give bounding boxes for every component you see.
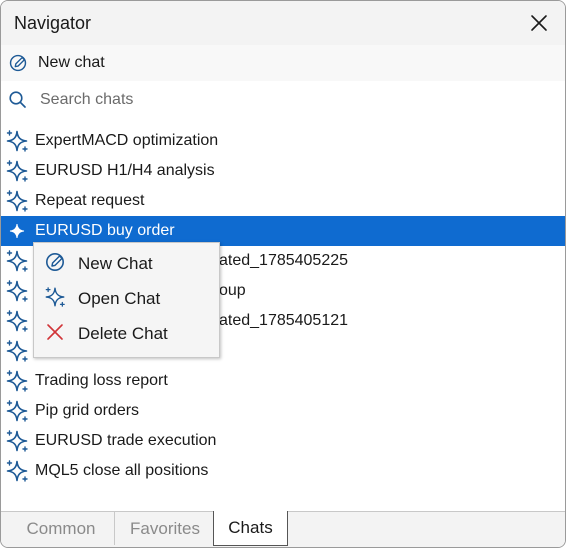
title-bar: Navigator bbox=[1, 1, 565, 45]
close-icon bbox=[47, 324, 63, 340]
close-icon bbox=[531, 15, 547, 31]
close-button[interactable] bbox=[523, 7, 555, 39]
sparkle-icon bbox=[6, 160, 28, 182]
chat-item-label: EURUSD buy order bbox=[35, 222, 175, 239]
search-placeholder: Search chats bbox=[40, 91, 134, 108]
sparkle-icon bbox=[9, 223, 25, 239]
sparkle-icon bbox=[6, 430, 28, 452]
chat-item[interactable]: EURUSD trade execution bbox=[1, 426, 565, 456]
new-chat-button[interactable]: New chat bbox=[1, 45, 565, 81]
chat-item[interactable]: ExpertMACD optimization bbox=[1, 126, 565, 156]
navigator-window: Navigator New chat Search chats ExpertMA… bbox=[0, 0, 566, 548]
chat-item-label: oup bbox=[219, 282, 246, 299]
search-input[interactable]: Search chats bbox=[1, 82, 565, 118]
context-menu-label: Open Chat bbox=[78, 289, 161, 308]
sparkle-icon bbox=[6, 250, 28, 272]
tab-common[interactable]: Common bbox=[9, 512, 113, 545]
sparkle-icon bbox=[6, 130, 28, 152]
tab-chats[interactable]: Chats bbox=[213, 511, 288, 546]
context-menu-label: New Chat bbox=[78, 254, 153, 273]
bottom-tab-bar: Common Favorites Chats bbox=[1, 511, 565, 547]
sparkle-icon bbox=[6, 460, 28, 482]
context-menu-delete-chat[interactable]: Delete Chat bbox=[34, 313, 219, 348]
tab-favorites[interactable]: Favorites bbox=[114, 512, 215, 545]
chat-item[interactable]: EURUSD H1/H4 analysis bbox=[1, 156, 565, 186]
edit-icon bbox=[9, 54, 27, 72]
sparkle-icon bbox=[6, 400, 28, 422]
context-menu: New Chat Open Chat Delete Chat bbox=[33, 242, 220, 358]
sparkle-icon bbox=[6, 280, 28, 302]
context-menu-label: Delete Chat bbox=[78, 324, 168, 343]
sparkle-icon bbox=[6, 340, 28, 362]
sparkle-icon bbox=[6, 310, 28, 332]
edit-icon bbox=[45, 253, 65, 272]
chat-item[interactable]: Repeat request bbox=[1, 186, 565, 216]
chat-item-label: Trading loss report bbox=[35, 372, 168, 389]
chat-item-label: ExpertMACD optimization bbox=[35, 132, 219, 149]
chat-item-label: EURUSD trade execution bbox=[35, 432, 217, 449]
sparkle-icon bbox=[6, 370, 28, 392]
chat-item-label: ated_1785405121 bbox=[219, 312, 349, 329]
chat-item[interactable]: MQL5 close all positions bbox=[1, 456, 565, 486]
context-menu-open-chat[interactable]: Open Chat bbox=[34, 278, 219, 313]
chat-item-label: ated_1785405225 bbox=[219, 252, 349, 269]
chat-item[interactable]: Trading loss report bbox=[1, 366, 565, 396]
new-chat-label: New chat bbox=[38, 54, 105, 71]
sparkle-icon bbox=[6, 190, 28, 212]
context-menu-new-chat[interactable]: New Chat bbox=[34, 243, 219, 278]
chat-item[interactable]: Pip grid orders bbox=[1, 396, 565, 426]
chat-item-label: Repeat request bbox=[35, 192, 145, 209]
search-icon bbox=[9, 91, 26, 108]
window-title: Navigator bbox=[14, 13, 92, 33]
chat-item-label: MQL5 close all positions bbox=[35, 462, 209, 479]
chat-item-label: EURUSD H1/H4 analysis bbox=[35, 162, 215, 179]
sparkle-icon bbox=[45, 287, 65, 307]
chat-item-label: Pip grid orders bbox=[35, 402, 140, 419]
